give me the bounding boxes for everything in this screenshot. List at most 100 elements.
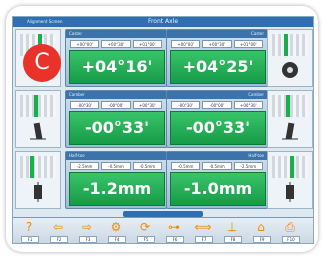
tick-label: +00°30' xyxy=(233,101,263,109)
gauge-indicator xyxy=(34,95,38,117)
camber-wheel-icon xyxy=(30,122,46,140)
tolerance-scale: -00°30' -00°00' +00°30' xyxy=(170,101,264,109)
live-button[interactable]: ⌂ F9 xyxy=(249,220,273,243)
caster-sweep-button[interactable]: ⟳ F5 xyxy=(133,220,157,243)
tick-label: -00°00' xyxy=(202,101,232,109)
tick-label: +01°00' xyxy=(233,40,263,48)
right-toe-panel: Half-toe -0.5mm -0.5mm -2.5mm -1.0mm xyxy=(166,151,268,209)
tick-label: -2.5mm xyxy=(233,162,263,170)
tolerance-scale: +00°00' +00°30' +01°00' xyxy=(170,40,264,48)
right-camber-panel: Camber -00°30' -00°00' +00°30' -00°33' xyxy=(166,90,268,148)
panel-header: Caster xyxy=(167,30,267,38)
function-key-toolbar: ? F1 ⇦ F2 ⇨ F3 ⚙ F4 ⟳ F5 ⊶ F6 ⟺ F7 ⊥ F8 ⌂ F9 ⎙ F10 xyxy=(13,217,313,243)
gauge-scale xyxy=(20,156,56,178)
gauge-indicator xyxy=(284,34,288,56)
print-button[interactable]: ⎙ F10 xyxy=(278,220,302,243)
toe-wheel-icon xyxy=(286,182,294,202)
tolerance-scale: -0.5mm -0.5mm -2.5mm xyxy=(170,162,264,170)
tick-label: -0.5mm xyxy=(101,162,131,170)
right-camber-gauge xyxy=(267,90,313,148)
tick-label: -0.5mm xyxy=(132,162,162,170)
panel-label: Camber xyxy=(248,92,264,97)
key-label: F8 xyxy=(224,236,242,243)
panel-header: Half-toe xyxy=(66,152,166,160)
wheel-icon xyxy=(282,62,298,78)
key-label: F1 xyxy=(21,236,39,243)
tick-label: -00°00' xyxy=(101,101,131,109)
axle-button[interactable]: ⊶ F6 xyxy=(162,220,186,243)
page-title: Front Axle xyxy=(147,18,179,25)
key-label: F9 xyxy=(253,236,271,243)
left-camber-gauge xyxy=(15,90,61,148)
gauge-scale xyxy=(272,34,308,56)
key-label: F6 xyxy=(166,236,184,243)
arrow-left-icon: ⇦ xyxy=(52,220,64,234)
home-icon: ⌂ xyxy=(257,220,265,234)
key-label: F7 xyxy=(195,236,213,243)
tolerance-scale: -2.5mm -0.5mm -0.5mm xyxy=(69,162,163,170)
measure-button[interactable]: ⟺ F7 xyxy=(191,220,215,243)
gauge-scale xyxy=(20,95,56,117)
right-toe-gauge xyxy=(267,151,313,209)
gauge-scale xyxy=(272,95,308,117)
tick-label: +00°30' xyxy=(202,40,232,48)
print-icon: ⎙ xyxy=(285,220,295,234)
left-caster-value: +04°16' xyxy=(69,50,165,84)
left-toe-panel: Half-toe -2.5mm -0.5mm -0.5mm -1.2mm xyxy=(65,151,167,209)
panel-header: Caster xyxy=(66,30,166,38)
panel-header: Camber xyxy=(66,91,166,99)
left-toe-gauge xyxy=(15,151,61,209)
adjust-button[interactable]: ⊥ F8 xyxy=(220,220,244,243)
label-badge: C xyxy=(23,44,61,82)
right-caster-panel: Caster +00°00' +00°30' +01°00' +04°25' xyxy=(166,29,268,87)
toe-wheel-icon xyxy=(34,182,42,202)
tick-label: +00°00' xyxy=(171,40,201,48)
tick-label: +00°30' xyxy=(132,101,162,109)
sweep-icon: ⟳ xyxy=(139,220,151,234)
right-caster-gauge xyxy=(267,29,313,87)
tick-label: +00°00' xyxy=(70,40,100,48)
steering-icon: ⚙ xyxy=(110,220,122,234)
panel-header: Camber xyxy=(167,91,267,99)
panel-label: Half-toe xyxy=(248,153,264,158)
panel-label: Camber xyxy=(69,92,85,97)
title-bar: Alignment Screen Front Axle xyxy=(13,17,313,27)
tick-label: +00°30' xyxy=(101,40,131,48)
toe-row: Half-toe -2.5mm -0.5mm -0.5mm -1.2mm Hal… xyxy=(13,151,313,209)
tolerance-scale: -00°30' -00°00' +00°30' xyxy=(69,101,163,109)
tick-label: -00°30' xyxy=(171,101,201,109)
tick-label: -0.5mm xyxy=(171,162,201,170)
right-toe-value: -1.0mm xyxy=(170,172,266,206)
left-camber-panel: Camber -00°30' -00°00' +00°30' -00°33' xyxy=(65,90,167,148)
key-label: F3 xyxy=(79,236,97,243)
gauge-indicator xyxy=(30,156,34,178)
key-label: F5 xyxy=(137,236,155,243)
help-button[interactable]: ? F1 xyxy=(17,220,41,243)
key-label: F4 xyxy=(108,236,126,243)
tolerance-scale: +00°00' +00°30' +01°00' xyxy=(69,40,163,48)
left-camber-value: -00°33' xyxy=(69,111,165,145)
camber-wheel-icon xyxy=(282,122,298,140)
forward-button[interactable]: ⇨ F3 xyxy=(75,220,99,243)
tick-label: +01°00' xyxy=(132,40,162,48)
panel-label: Caster xyxy=(250,31,264,36)
tick-label: -00°30' xyxy=(70,101,100,109)
camber-row: Camber -00°30' -00°00' +00°30' -00°33' C… xyxy=(13,90,313,148)
arrow-right-icon: ⇨ xyxy=(81,220,93,234)
right-camber-value: -00°33' xyxy=(170,111,266,145)
axle-icon: ⊶ xyxy=(168,220,180,234)
back-button[interactable]: ⇦ F2 xyxy=(46,220,70,243)
gauge-indicator xyxy=(290,156,294,178)
gauge-indicator xyxy=(286,95,290,117)
tick-label: -2.5mm xyxy=(70,162,100,170)
panel-label: Caster xyxy=(69,31,83,36)
tick-label: -0.5mm xyxy=(202,162,232,170)
alignment-screen: Alignment Screen Front Axle Caster +00°0… xyxy=(12,16,314,244)
steering-button[interactable]: ⚙ F4 xyxy=(104,220,128,243)
adjust-icon: ⊥ xyxy=(226,220,238,234)
left-toe-value: -1.2mm xyxy=(69,172,165,206)
key-label: F10 xyxy=(282,236,300,243)
panel-label: Half-toe xyxy=(69,153,85,158)
panel-header: Half-toe xyxy=(167,152,267,160)
right-caster-value: +04°25' xyxy=(170,50,266,84)
